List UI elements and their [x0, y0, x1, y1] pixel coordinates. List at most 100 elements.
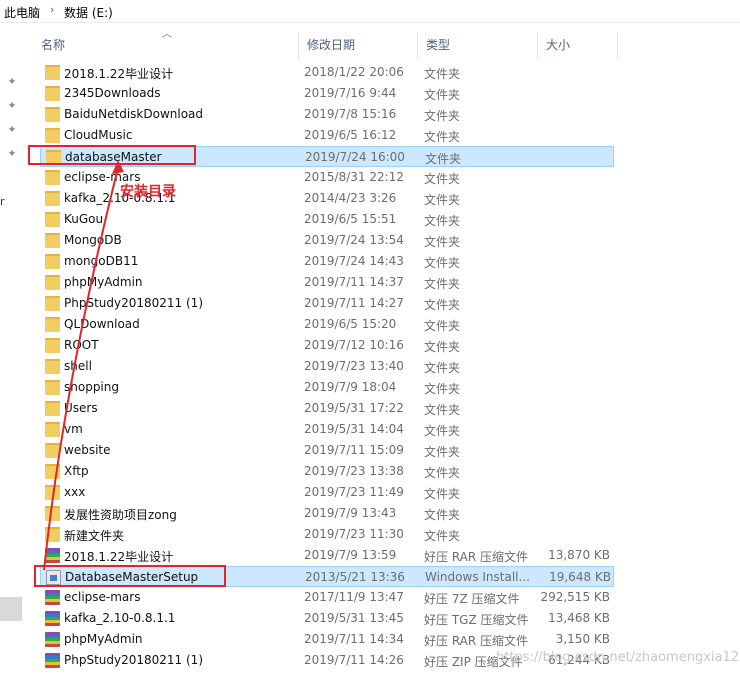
file-name: KuGou	[64, 212, 104, 226]
file-type: 文件夹	[424, 109, 461, 123]
folder-icon	[45, 317, 60, 332]
file-name: shopping	[64, 380, 119, 394]
file-type: 文件夹	[424, 235, 461, 249]
pin-icon[interactable]: ✦	[6, 76, 18, 88]
breadcrumb-item-this-pc[interactable]: 此电脑	[4, 4, 40, 21]
file-name: shell	[64, 359, 92, 373]
folder-icon	[45, 128, 60, 143]
file-row[interactable]: 新建文件夹 2019/7/23 11:30 文件夹	[40, 524, 614, 545]
pin-icon[interactable]: ✦	[6, 124, 18, 136]
file-date: 2019/7/11 14:27	[304, 296, 404, 310]
file-row[interactable]: 2345Downloads 2019/7/16 9:44 文件夹	[40, 83, 614, 104]
file-row[interactable]: shell 2019/7/23 13:40 文件夹	[40, 356, 614, 377]
file-row[interactable]: MongoDB 2019/7/24 13:54 文件夹	[40, 230, 614, 251]
file-type: 文件夹	[424, 172, 461, 186]
file-row[interactable]: mongoDB11 2019/7/24 14:43 文件夹	[40, 251, 614, 272]
file-row[interactable]: BaiduNetdiskDownload 2019/7/8 15:16 文件夹	[40, 104, 614, 125]
file-type: 好压 RAR 压缩文件	[424, 634, 529, 648]
file-row[interactable]: eclipse-mars 2017/11/9 13:47 好压 7Z 压缩文件 292…	[40, 587, 614, 608]
file-date: 2015/8/31 22:12	[304, 170, 404, 184]
file-row[interactable]: PhpStudy20180211 (1) 2019/7/11 14:27 文件夹	[40, 293, 614, 314]
file-type: 文件夹	[424, 424, 461, 438]
chevron-right-icon[interactable]: ›	[50, 3, 54, 16]
column-type[interactable]: 类型	[417, 24, 537, 60]
file-type: 文件夹	[424, 193, 461, 207]
divider	[0, 22, 740, 23]
file-date: 2019/7/23 13:40	[304, 359, 404, 373]
file-row[interactable]: CloudMusic 2019/6/5 16:12 文件夹	[40, 125, 614, 146]
file-row[interactable]: Xftp 2019/7/23 13:38 文件夹	[40, 461, 614, 482]
watermark: https://blog.csdn.net/zhaomengxia123	[496, 650, 740, 665]
file-row[interactable]: phpMyAdmin 2019/7/11 14:37 文件夹	[40, 272, 614, 293]
file-row[interactable]: kafka_2.10-0.8.1.1 2019/5/31 13:45 好压 TGZ …	[40, 608, 614, 629]
file-row[interactable]: shopping 2019/7/9 18:04 文件夹	[40, 377, 614, 398]
file-row[interactable]: KuGou 2019/6/5 15:51 文件夹	[40, 209, 614, 230]
file-date: 2019/7/24 14:43	[304, 254, 404, 268]
folder-icon	[45, 233, 60, 248]
file-type: 文件夹	[424, 277, 461, 291]
file-row[interactable]: ROOT 2019/7/12 10:16 文件夹	[40, 335, 614, 356]
rar-archive-icon	[45, 632, 60, 647]
file-name: QLDownload	[64, 317, 140, 331]
file-type: 好压 7Z 压缩文件	[424, 592, 520, 606]
column-divider[interactable]	[617, 32, 618, 60]
breadcrumb: 此电脑 › 数据 (E:)	[0, 0, 740, 22]
folder-icon	[45, 212, 60, 227]
file-date: 2019/7/23 13:38	[304, 464, 404, 478]
file-type: 好压 TGZ 压缩文件	[424, 613, 529, 627]
folder-icon	[45, 464, 60, 479]
nav-item-selected[interactable]	[0, 597, 22, 621]
file-name: PhpStudy20180211 (1)	[64, 296, 203, 310]
column-date-label: 修改日期	[307, 38, 356, 52]
file-date: 2019/7/9 13:59	[304, 548, 397, 562]
file-date: 2019/7/12 10:16	[304, 338, 404, 352]
file-type: 文件夹	[424, 508, 461, 522]
file-row[interactable]: QLDownload 2019/6/5 15:20 文件夹	[40, 314, 614, 335]
file-date: 2018/1/22 20:06	[304, 65, 404, 79]
file-date: 2017/11/9 13:47	[304, 590, 404, 604]
file-date: 2013/5/21 13:36	[305, 570, 405, 584]
column-name-label: 名称	[41, 38, 66, 52]
file-size: 292,515 KB	[540, 590, 610, 604]
file-name: 2018.1.22毕业设计	[64, 550, 174, 564]
file-row[interactable]: Users 2019/5/31 17:22 文件夹	[40, 398, 614, 419]
folder-icon	[45, 191, 60, 206]
column-name[interactable]: 名称 ︿	[32, 24, 298, 60]
file-type: 文件夹	[424, 487, 461, 501]
column-size[interactable]: 大小	[537, 24, 617, 60]
file-row[interactable]: website 2019/7/11 15:09 文件夹	[40, 440, 614, 461]
file-name: eclipse-mars	[64, 590, 141, 604]
file-type: 文件夹	[424, 319, 461, 333]
folder-icon	[45, 401, 60, 416]
file-date: 2019/6/5 15:51	[304, 212, 397, 226]
file-row[interactable]: 发展性资助项目zong 2019/7/9 13:43 文件夹	[40, 503, 614, 524]
file-type: 好压 RAR 压缩文件	[424, 550, 529, 564]
file-row[interactable]: xxx 2019/7/23 11:49 文件夹	[40, 482, 614, 503]
folder-icon	[45, 275, 60, 290]
folder-icon	[45, 506, 60, 521]
file-size: 19,648 KB	[549, 570, 611, 584]
column-date[interactable]: 修改日期	[298, 24, 417, 60]
file-type: 文件夹	[424, 256, 461, 270]
file-row[interactable]: phpMyAdmin 2019/7/11 14:34 好压 RAR 压缩文件 3,15…	[40, 629, 614, 650]
file-type: 文件夹	[424, 382, 461, 396]
file-name: 新建文件夹	[64, 529, 125, 543]
pin-icon[interactable]: ✦	[6, 148, 18, 160]
file-row[interactable]: vm 2019/5/31 14:04 文件夹	[40, 419, 614, 440]
file-type: 文件夹	[424, 445, 461, 459]
file-date: 2019/6/5 15:20	[304, 317, 397, 331]
annotation-highlight-box	[28, 145, 196, 165]
nav-item-label-fragment[interactable]: r	[0, 195, 5, 208]
file-date: 2019/7/8 15:16	[304, 107, 397, 121]
rar-archive-icon	[45, 548, 60, 563]
file-row[interactable]: 2018.1.22毕业设计 2019/7/9 13:59 好压 RAR 压缩文件 13…	[40, 545, 614, 566]
file-date: 2019/7/11 14:26	[304, 653, 404, 667]
breadcrumb-item-drive[interactable]: 数据 (E:)	[64, 4, 113, 21]
file-name: kafka_2.10-0.8.1.1	[64, 611, 176, 625]
pin-icon[interactable]: ✦	[6, 100, 18, 112]
folder-icon	[45, 254, 60, 269]
file-type: 文件夹	[424, 67, 461, 81]
file-date: 2019/5/31 13:45	[304, 611, 404, 625]
file-date: 2019/7/9 13:43	[304, 506, 397, 520]
file-row[interactable]: 2018.1.22毕业设计 2018/1/22 20:06 文件夹	[40, 62, 614, 83]
